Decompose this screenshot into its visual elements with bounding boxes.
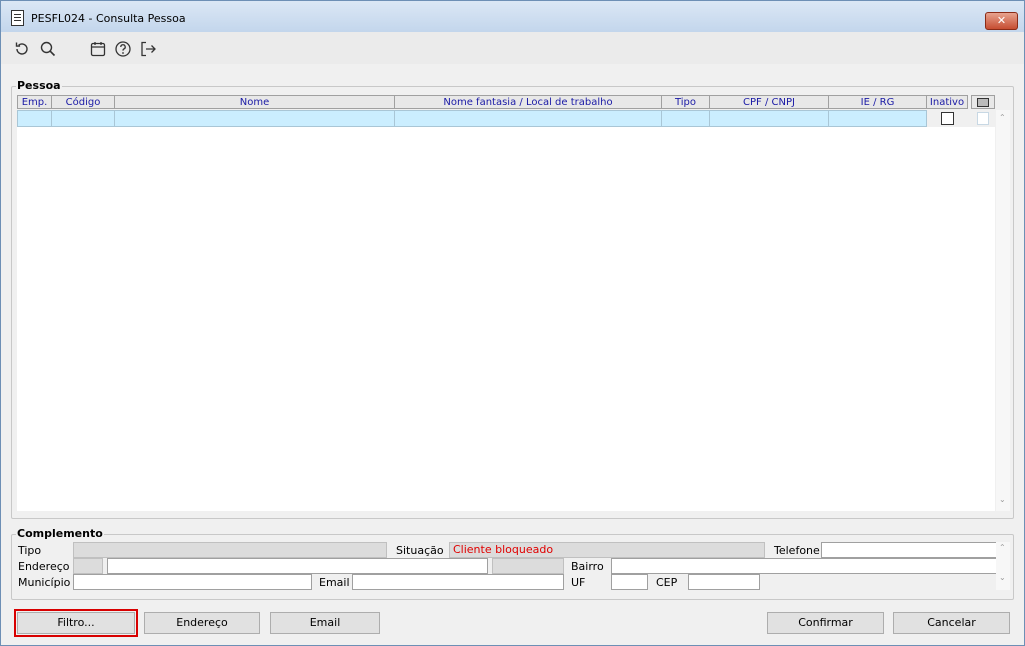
endereco-button[interactable]: Endereço: [144, 612, 260, 634]
window-title: PESFL024 - Consulta Pessoa: [31, 12, 186, 25]
email-field[interactable]: [352, 574, 564, 590]
municipio-field[interactable]: [73, 574, 312, 590]
endereco-field[interactable]: [107, 558, 488, 574]
tipo-field: [73, 542, 387, 558]
municipio-label: Município: [18, 576, 71, 589]
col-header-ie-rg[interactable]: IE / RG: [828, 95, 927, 109]
cep-label: CEP: [656, 576, 678, 589]
endereco-label: Endereço: [18, 560, 70, 573]
tipo-label: Tipo: [18, 544, 42, 557]
cell-tipo[interactable]: [661, 110, 710, 127]
consulta-pessoa-window: PESFL024 - Consulta Pessoa ✕ Pessoa Emp.…: [0, 0, 1025, 646]
pessoa-grid-scrollbar[interactable]: ⌃ ⌄: [996, 110, 1010, 511]
col-header-cpf-cnpj[interactable]: CPF / CNPJ: [709, 95, 829, 109]
calendar-icon[interactable]: [89, 40, 107, 58]
pessoa-legend: Pessoa: [16, 79, 62, 92]
scroll-up-icon[interactable]: ⌃: [999, 543, 1006, 552]
confirmar-button[interactable]: Confirmar: [767, 612, 884, 634]
title-bar: PESFL024 - Consulta Pessoa ✕: [1, 1, 1024, 32]
uf-label: UF: [571, 576, 586, 589]
col-header-nome-fantasia[interactable]: Nome fantasia / Local de trabalho: [394, 95, 662, 109]
help-icon[interactable]: [114, 40, 132, 58]
cell-codigo[interactable]: [51, 110, 115, 127]
telefone-label: Telefone: [774, 544, 820, 557]
endereco-code-field: [73, 558, 103, 574]
exit-icon[interactable]: [139, 40, 157, 58]
scroll-up-icon[interactable]: ⌃: [999, 113, 1006, 122]
situacao-field: Cliente bloqueado: [449, 542, 765, 558]
cell-ie-rg[interactable]: [828, 110, 927, 127]
email-label: Email: [319, 576, 350, 589]
cep-field[interactable]: [688, 574, 760, 590]
col-header-inativo[interactable]: Inativo: [926, 95, 968, 109]
endereco-number-field: [492, 558, 564, 574]
complemento-legend: Complemento: [16, 527, 104, 540]
refresh-icon[interactable]: [13, 40, 31, 58]
column-chooser-button[interactable]: [971, 95, 995, 109]
inativo-checkbox[interactable]: [941, 112, 954, 125]
search-icon[interactable]: [39, 40, 57, 58]
situacao-label: Situação: [396, 544, 444, 557]
cell-cpf-cnpj[interactable]: [709, 110, 829, 127]
scroll-down-icon[interactable]: ⌄: [999, 573, 1006, 582]
toolbar: [1, 32, 1024, 64]
uf-field[interactable]: [611, 574, 648, 590]
pessoa-grid-body[interactable]: [17, 127, 995, 511]
bairro-field[interactable]: [611, 558, 998, 574]
col-header-emp[interactable]: Emp.: [17, 95, 52, 109]
email-button[interactable]: Email: [270, 612, 380, 634]
col-header-codigo[interactable]: Código: [51, 95, 115, 109]
col-header-nome[interactable]: Nome: [114, 95, 395, 109]
telefone-field[interactable]: [821, 542, 998, 558]
cell-emp[interactable]: [17, 110, 52, 127]
bairro-label: Bairro: [571, 560, 604, 573]
scroll-down-icon[interactable]: ⌄: [999, 495, 1006, 504]
document-icon: [11, 10, 24, 26]
cell-nome[interactable]: [114, 110, 395, 127]
complemento-scrollbar[interactable]: ⌃ ⌄: [996, 542, 1010, 590]
cancelar-button[interactable]: Cancelar: [893, 612, 1010, 634]
cell-nome-fantasia[interactable]: [394, 110, 662, 127]
col-header-tipo[interactable]: Tipo: [661, 95, 710, 109]
filtro-button[interactable]: Filtro...: [14, 609, 138, 637]
close-button[interactable]: ✕: [985, 12, 1018, 30]
row-select-checkbox[interactable]: [977, 112, 989, 125]
column-chooser-icon: [977, 97, 989, 107]
